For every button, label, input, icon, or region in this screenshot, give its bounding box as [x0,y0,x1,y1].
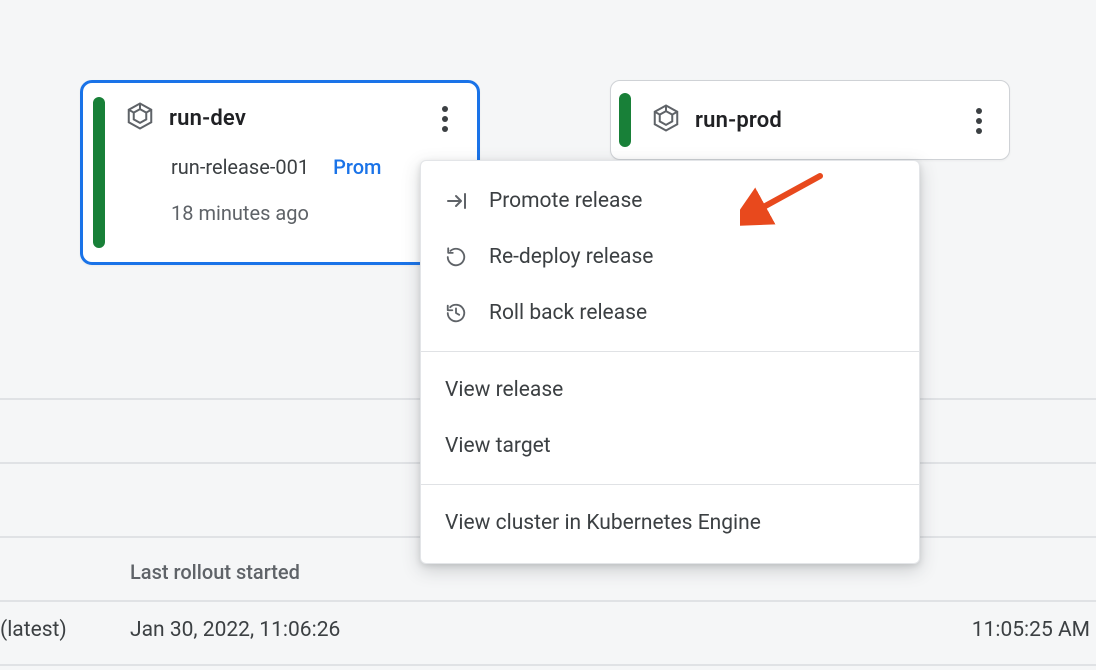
table-cell-latest-tag: (latest) [0,618,67,642]
menu-item-label: Re-deploy release [489,245,653,269]
menu-item-redeploy-release[interactable]: Re-deploy release [421,229,919,285]
menu-separator [421,484,919,485]
table-cell-rollout-time: 11:05:25 AM [972,618,1090,642]
more-vert-icon [442,106,448,132]
card-actions-button[interactable] [957,99,1001,143]
table-divider [0,664,1096,666]
menu-item-label: View target [445,434,551,458]
menu-item-rollback-release[interactable]: Roll back release [421,285,919,341]
menu-item-label: Promote release [489,189,642,213]
menu-item-view-target[interactable]: View target [421,418,919,474]
card-actions-menu: Promote release Re-deploy release Roll b… [420,160,920,564]
more-vert-icon [976,108,982,134]
pipeline-card-title: run-dev [169,106,246,131]
refresh-icon [445,246,489,268]
status-stripe-success [619,93,631,147]
menu-separator [421,351,919,352]
gke-hexagon-icon [651,103,681,137]
release-time-ago: 18 minutes ago [171,201,457,225]
menu-item-label: Roll back release [489,301,647,325]
release-name: run-release-001 [171,155,309,179]
menu-item-label: View cluster in Kubernetes Engine [445,511,761,535]
pipeline-card-title: run-prod [695,108,782,133]
table-divider [0,600,1096,602]
menu-item-label: View release [445,378,563,402]
menu-item-promote-release[interactable]: Promote release [421,173,919,229]
arrow-to-bar-right-icon [445,189,489,213]
pipeline-card-prod[interactable]: run-prod [610,80,1010,160]
table-cell-rollout-date: Jan 30, 2022, 11:06:26 [130,618,340,642]
promote-link[interactable]: Prom [333,155,381,179]
gke-hexagon-icon [125,101,155,135]
table-header-last-rollout: Last rollout started [130,560,300,584]
history-icon [445,302,489,324]
card-actions-button[interactable] [423,97,467,141]
menu-item-view-cluster[interactable]: View cluster in Kubernetes Engine [421,495,919,551]
status-stripe-success [93,97,105,248]
menu-item-view-release[interactable]: View release [421,362,919,418]
